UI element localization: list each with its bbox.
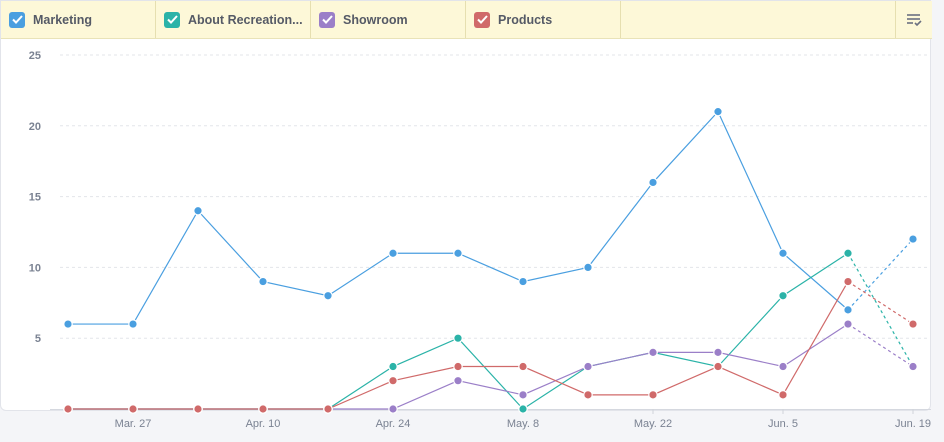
data-point[interactable] <box>583 262 593 273</box>
data-point[interactable] <box>908 234 918 244</box>
series-line-1 <box>68 252 849 410</box>
series-line-3 <box>68 281 849 410</box>
x-tick-label: Apr. 10 <box>246 418 281 430</box>
data-point[interactable] <box>713 106 723 117</box>
data-point[interactable] <box>453 248 463 259</box>
x-tick-label: Jun. 19 <box>895 418 931 430</box>
y-tick-label: 20 <box>29 121 41 133</box>
grid <box>60 54 928 339</box>
data-point[interactable] <box>518 276 528 287</box>
data-point[interactable] <box>388 404 398 414</box>
data-point[interactable] <box>388 375 398 386</box>
data-point[interactable] <box>713 347 723 358</box>
data-point[interactable] <box>843 248 853 259</box>
data-point[interactable] <box>63 319 73 329</box>
data-point[interactable] <box>453 333 463 343</box>
data-point[interactable] <box>453 375 463 386</box>
series-forecast-line-0 <box>847 238 914 311</box>
data-point[interactable] <box>908 361 918 372</box>
x-tick-label: Mar. 27 <box>115 418 152 430</box>
data-point[interactable] <box>778 361 788 372</box>
series-points <box>63 106 918 414</box>
data-point[interactable] <box>128 319 138 329</box>
data-point[interactable] <box>713 361 723 372</box>
data-point[interactable] <box>453 361 463 372</box>
data-point[interactable] <box>258 276 268 287</box>
data-point[interactable] <box>258 404 268 414</box>
data-point[interactable] <box>778 248 788 259</box>
x-tick-label: May. 22 <box>634 418 672 430</box>
data-point[interactable] <box>193 205 203 216</box>
y-tick-label: 5 <box>35 333 41 345</box>
data-point[interactable] <box>323 404 333 414</box>
data-point[interactable] <box>778 290 788 301</box>
line-chart: 5 10 15 20 25 Mar. 27 Apr. 10 Apr. 24 May. 8 May.… <box>29 50 931 430</box>
series-line-0 <box>68 110 849 325</box>
data-point[interactable] <box>128 404 138 414</box>
data-point[interactable] <box>843 276 853 287</box>
data-point[interactable] <box>843 319 853 329</box>
data-point[interactable] <box>518 390 528 400</box>
data-point[interactable] <box>518 404 528 414</box>
data-point[interactable] <box>63 404 73 414</box>
data-point[interactable] <box>388 248 398 259</box>
x-tick-label: Apr. 24 <box>376 418 411 430</box>
series-forecast-line-3 <box>847 281 914 325</box>
data-point[interactable] <box>648 347 658 358</box>
data-point[interactable] <box>648 177 658 188</box>
y-tick-label: 25 <box>29 50 41 62</box>
y-tick-label: 15 <box>29 192 41 204</box>
data-point[interactable] <box>843 305 853 315</box>
y-tick-label: 10 <box>29 262 41 274</box>
data-point[interactable] <box>323 290 333 301</box>
x-tick-label: Jun. 5 <box>768 418 798 430</box>
data-point[interactable] <box>388 361 398 372</box>
series-forecast-line-1 <box>847 252 914 367</box>
data-point[interactable] <box>583 361 593 372</box>
data-point[interactable] <box>193 404 203 414</box>
data-point[interactable] <box>648 390 658 400</box>
data-point[interactable] <box>778 390 788 400</box>
data-point[interactable] <box>518 361 528 372</box>
series-forecast-line-2 <box>847 323 914 368</box>
data-point[interactable] <box>908 319 918 329</box>
data-point[interactable] <box>583 390 593 400</box>
x-tick-label: May. 8 <box>507 418 539 430</box>
